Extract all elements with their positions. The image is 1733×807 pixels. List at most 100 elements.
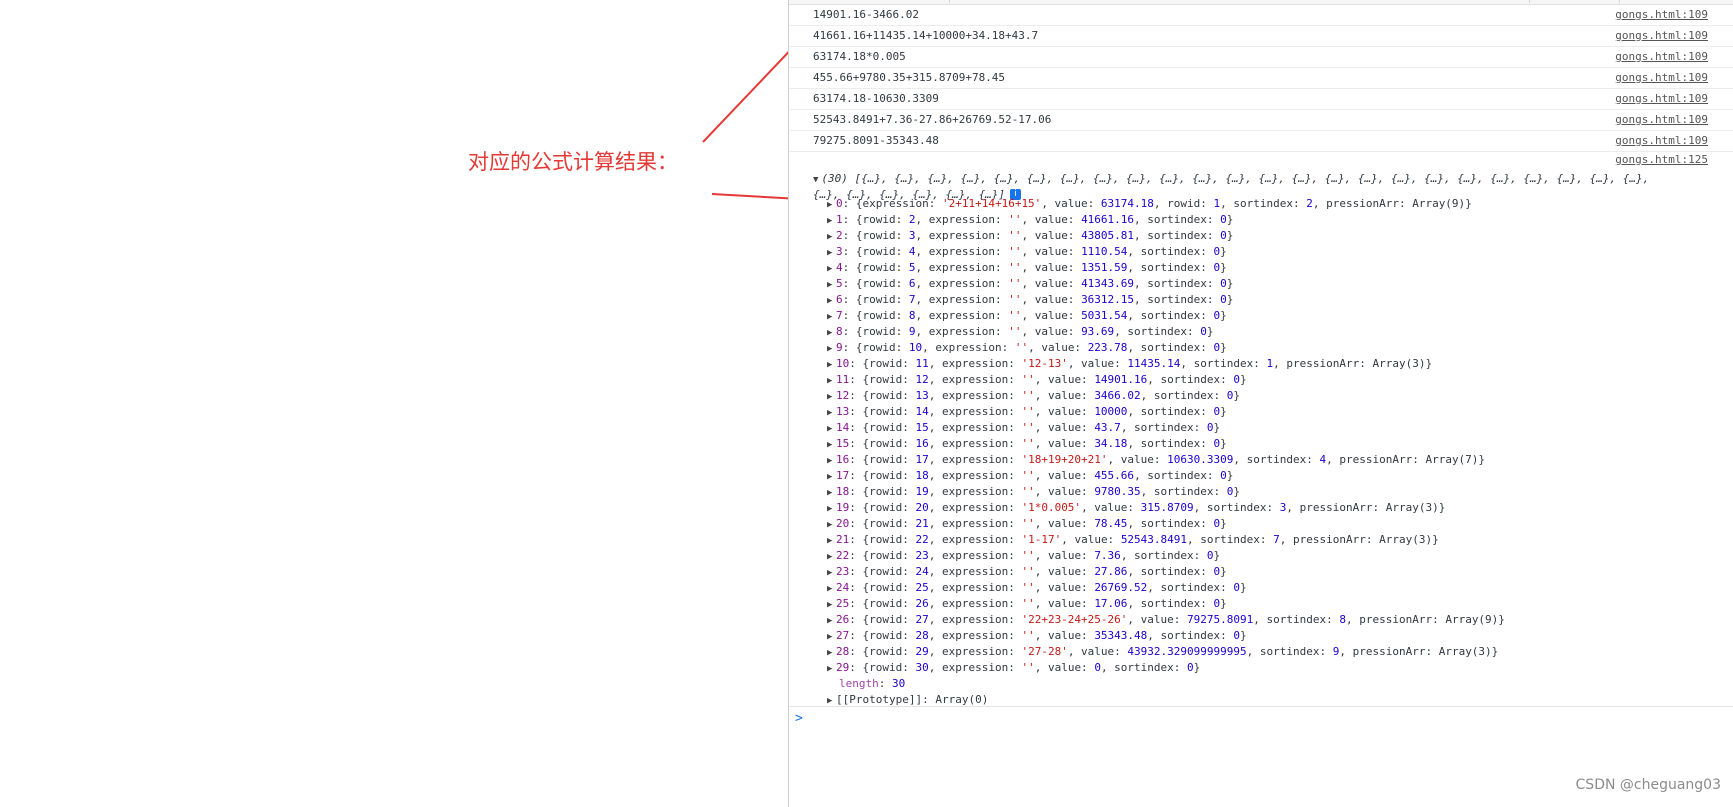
array-entry[interactable]: ▶ 14: {rowid: 15, expression: '', value: … (827, 420, 1505, 436)
triangle-right-icon[interactable]: ▶ (827, 469, 836, 485)
array-entry[interactable]: ▶ 12: {rowid: 13, expression: '', value: … (827, 388, 1505, 404)
triangle-down-icon[interactable]: ▼ (813, 175, 818, 185)
entry-index: 2 (836, 229, 843, 242)
entry-index: 6 (836, 293, 843, 306)
triangle-right-icon[interactable]: ▶ (827, 341, 836, 357)
triangle-right-icon[interactable]: ▶ (827, 277, 836, 293)
entry-text: {rowid: 30, expression: '', value: 0, so… (862, 661, 1201, 674)
triangle-right-icon[interactable]: ▶ (827, 629, 836, 645)
array-entry[interactable]: ▶ 18: {rowid: 19, expression: '', value: … (827, 484, 1505, 500)
entry-text: {rowid: 17, expression: '18+19+20+21', v… (862, 453, 1486, 466)
array-entry[interactable]: ▶ 1: {rowid: 2, expression: '', value: 41… (827, 212, 1505, 228)
triangle-right-icon[interactable]: ▶ (827, 261, 836, 277)
triangle-right-icon[interactable]: ▶ (827, 389, 836, 405)
triangle-right-icon[interactable]: ▶ (827, 453, 836, 469)
entry-text: {rowid: 4, expression: '', value: 1110.5… (855, 245, 1227, 258)
array-entry[interactable]: ▶ 10: {rowid: 11, expression: '12-13', va… (827, 356, 1505, 372)
array-entry[interactable]: ▶ 26: {rowid: 27, expression: '22+23-24+2… (827, 612, 1505, 628)
triangle-right-icon[interactable]: ▶ (827, 357, 836, 373)
triangle-right-icon[interactable]: ▶ (827, 597, 836, 613)
array-entry[interactable]: ▶ 28: {rowid: 29, expression: '27-28', va… (827, 644, 1505, 660)
triangle-right-icon[interactable]: ▶ (827, 229, 836, 245)
top-strip-segment (949, 0, 1530, 3)
console-log-line: 63174.18*0.005 gongs.html:109 (789, 47, 1733, 68)
array-entry[interactable]: ▶ 29: {rowid: 30, expression: '', value: … (827, 660, 1505, 676)
triangle-right-icon[interactable]: ▶ (827, 549, 836, 565)
prototype-text: [[Prototype]]: Array(0) (836, 693, 989, 706)
entry-text: {rowid: 5, expression: '', value: 1351.5… (855, 261, 1227, 274)
console-source-link[interactable]: gongs.html:109 (1615, 89, 1708, 109)
console-prompt[interactable]: > (789, 706, 1733, 731)
triangle-right-icon[interactable]: ▶ (827, 485, 836, 501)
triangle-right-icon[interactable]: ▶ (827, 309, 836, 325)
entry-index: 8 (836, 325, 843, 338)
console-source-link[interactable]: gongs.html:109 (1615, 110, 1708, 130)
array-entry[interactable]: ▶ 6: {rowid: 7, expression: '', value: 36… (827, 292, 1505, 308)
triangle-right-icon[interactable]: ▶ (827, 421, 836, 437)
entry-index: 10 (836, 357, 850, 370)
entry-index: 12 (836, 389, 850, 402)
array-entry[interactable]: ▶ 20: {rowid: 21, expression: '', value: … (827, 516, 1505, 532)
triangle-right-icon[interactable]: ▶ (827, 293, 836, 309)
triangle-right-icon[interactable]: ▶ (827, 405, 836, 421)
triangle-right-icon[interactable]: ▶ (827, 245, 836, 261)
array-entry[interactable]: ▶ 22: {rowid: 23, expression: '', value: … (827, 548, 1505, 564)
triangle-right-icon[interactable]: ▶ (827, 565, 836, 581)
triangle-right-icon[interactable]: ▶ (827, 213, 836, 229)
entry-index: 17 (836, 469, 850, 482)
array-entry[interactable]: ▶ 17: {rowid: 18, expression: '', value: … (827, 468, 1505, 484)
array-entry[interactable]: ▶ 19: {rowid: 20, expression: '1*0.005', … (827, 500, 1505, 516)
triangle-right-icon[interactable]: ▶ (827, 581, 836, 597)
array-entry[interactable]: ▶ 5: {rowid: 6, expression: '', value: 41… (827, 276, 1505, 292)
triangle-right-icon[interactable]: ▶ (827, 373, 836, 389)
console-source-link[interactable]: gongs.html:125 (1615, 150, 1708, 170)
console-source-link[interactable]: gongs.html:109 (1615, 47, 1708, 67)
console-source-link[interactable]: gongs.html:109 (1615, 131, 1708, 151)
entry-text: {rowid: 3, expression: '', value: 43805.… (855, 229, 1234, 242)
array-entry[interactable]: ▶ 27: {rowid: 28, expression: '', value: … (827, 628, 1505, 644)
array-entry[interactable]: ▶ 11: {rowid: 12, expression: '', value: … (827, 372, 1505, 388)
entry-text: {rowid: 18, expression: '', value: 455.6… (862, 469, 1234, 482)
console-log-line: 41661.16+11435.14+10000+34.18+43.7 gongs.… (789, 26, 1733, 47)
entry-text: {expression: '2+11+14+16+15', value: 631… (855, 197, 1472, 210)
triangle-right-icon[interactable]: ▶ (827, 645, 836, 661)
entry-text: {rowid: 14, expression: '', value: 10000… (862, 405, 1227, 418)
triangle-right-icon[interactable]: ▶ (827, 517, 836, 533)
array-entry[interactable]: ▶ 0: {expression: '2+11+14+16+15', value:… (827, 196, 1505, 212)
array-entries: ▶ 0: {expression: '2+11+14+16+15', value:… (827, 196, 1505, 676)
console-source-link[interactable]: gongs.html:109 (1615, 68, 1708, 88)
console-source-link[interactable]: gongs.html:109 (1615, 5, 1708, 25)
log-text: 41661.16+11435.14+10000+34.18+43.7 (813, 29, 1039, 42)
array-entry[interactable]: ▶ 25: {rowid: 26, expression: '', value: … (827, 596, 1505, 612)
triangle-right-icon[interactable]: ▶ (827, 325, 836, 341)
array-entry[interactable]: ▶ 7: {rowid: 8, expression: '', value: 50… (827, 308, 1505, 324)
log-text: 52543.8491+7.36-27.86+26769.52-17.06 (813, 113, 1052, 126)
entry-index: 1 (836, 213, 843, 226)
array-entry[interactable]: ▶ 23: {rowid: 24, expression: '', value: … (827, 564, 1505, 580)
array-entry[interactable]: ▶ 15: {rowid: 16, expression: '', value: … (827, 436, 1505, 452)
triangle-right-icon[interactable]: ▶ (827, 501, 836, 517)
console-log-line: 14901.16-3466.02 gongs.html:109 (789, 5, 1733, 26)
array-entry[interactable]: ▶ 4: {rowid: 5, expression: '', value: 13… (827, 260, 1505, 276)
array-entry[interactable]: ▶ 8: {rowid: 9, expression: '', value: 93… (827, 324, 1505, 340)
array-entry[interactable]: ▶ 24: {rowid: 25, expression: '', value: … (827, 580, 1505, 596)
array-entry[interactable]: ▶ 2: {rowid: 3, expression: '', value: 43… (827, 228, 1505, 244)
entry-text: {rowid: 10, expression: '', value: 223.7… (855, 341, 1227, 354)
console-source-link[interactable]: gongs.html:109 (1615, 26, 1708, 46)
left-blank-area (0, 0, 788, 807)
array-entry[interactable]: ▶ 16: {rowid: 17, expression: '18+19+20+2… (827, 452, 1505, 468)
triangle-right-icon[interactable]: ▶ (827, 661, 836, 677)
array-entry[interactable]: ▶ 3: {rowid: 4, expression: '', value: 11… (827, 244, 1505, 260)
entry-text: {rowid: 20, expression: '1*0.005', value… (862, 501, 1446, 514)
triangle-right-icon[interactable]: ▶ (827, 613, 836, 629)
array-entry[interactable]: ▶ 13: {rowid: 14, expression: '', value: … (827, 404, 1505, 420)
entry-index: 15 (836, 437, 850, 450)
entry-text: {rowid: 19, expression: '', value: 9780.… (862, 485, 1241, 498)
triangle-right-icon[interactable]: ▶ (827, 437, 836, 453)
triangle-right-icon[interactable]: ▶ (827, 197, 836, 213)
log-text: 79275.8091-35343.48 (813, 134, 939, 147)
array-entry[interactable]: ▶ 9: {rowid: 10, expression: '', value: 2… (827, 340, 1505, 356)
array-entry[interactable]: ▶ 21: {rowid: 22, expression: '1-17', val… (827, 532, 1505, 548)
triangle-right-icon[interactable]: ▶ (827, 533, 836, 549)
log-text: 455.66+9780.35+315.8709+78.45 (813, 71, 1006, 84)
